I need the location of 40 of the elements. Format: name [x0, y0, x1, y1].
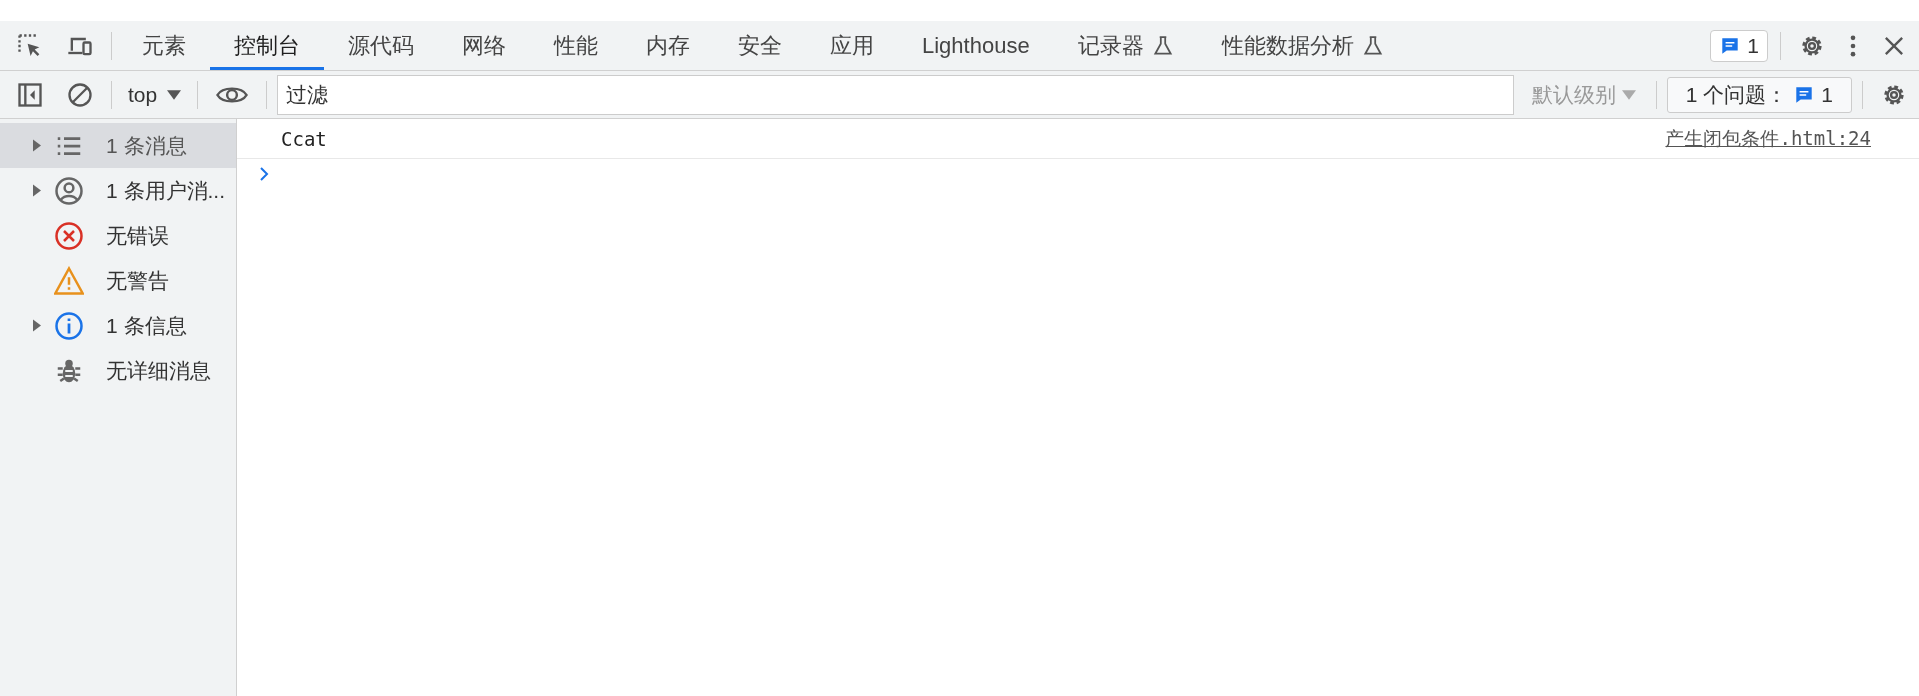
tab[interactable]: 性能数据分析 [1197, 21, 1408, 70]
sidebar-item[interactable]: 无详细消息 [0, 348, 236, 393]
tab[interactable]: 源代码 [324, 21, 438, 70]
sidebar-toggle-icon[interactable] [16, 80, 44, 109]
tab[interactable]: 记录器 [1053, 21, 1198, 70]
issues-badge[interactable]: 1 [1710, 29, 1768, 62]
issues-button[interactable]: 1 个问题： 1 [1666, 76, 1852, 113]
sidebar-label: 无错误 [106, 222, 169, 249]
sidebar-item[interactable]: 无警告 [0, 258, 236, 303]
tab[interactable]: 元素 [118, 21, 210, 70]
prompt-chevron-icon[interactable] [259, 166, 269, 182]
error-icon [54, 220, 84, 251]
sidebar-label: 1 条信息 [106, 312, 187, 339]
sidebar-label: 无详细消息 [106, 357, 211, 384]
sidebar-item[interactable]: 1 条信息 [0, 303, 236, 348]
info-icon [54, 310, 84, 341]
sidebar-item[interactable]: 1 条用户消... [0, 168, 236, 213]
sidebar-label: 无警告 [106, 267, 169, 294]
sidebar-label: 1 条消息 [106, 132, 187, 159]
expand-triangle-icon[interactable] [32, 319, 42, 332]
filter-field[interactable]: 过滤 [277, 74, 1514, 115]
tab[interactable]: 网络 [438, 21, 530, 70]
warning-icon [54, 265, 84, 296]
source-link[interactable]: 产生闭包条件.html:24 [1665, 125, 1871, 152]
expand-triangle-icon[interactable] [32, 139, 42, 152]
tab[interactable]: 内存 [622, 21, 714, 70]
sidebar-label: 1 条用户消... [106, 177, 226, 204]
sidebar-item[interactable]: 1 条消息 [0, 123, 236, 168]
user-icon [54, 175, 84, 206]
tab[interactable]: 安全 [714, 21, 806, 70]
sidebar-item[interactable]: 无错误 [0, 213, 236, 258]
tab[interactable]: 应用 [806, 21, 898, 70]
context-dropdown[interactable]: top [118, 82, 192, 107]
caret-icon [1621, 88, 1636, 101]
caret-icon [167, 88, 182, 101]
tab[interactable]: 性能 [530, 21, 622, 70]
console-message: Ccat [281, 127, 327, 150]
tab[interactable]: Lighthouse [898, 21, 1054, 70]
clear-icon[interactable] [66, 80, 94, 109]
expand-triangle-icon[interactable] [32, 184, 42, 197]
